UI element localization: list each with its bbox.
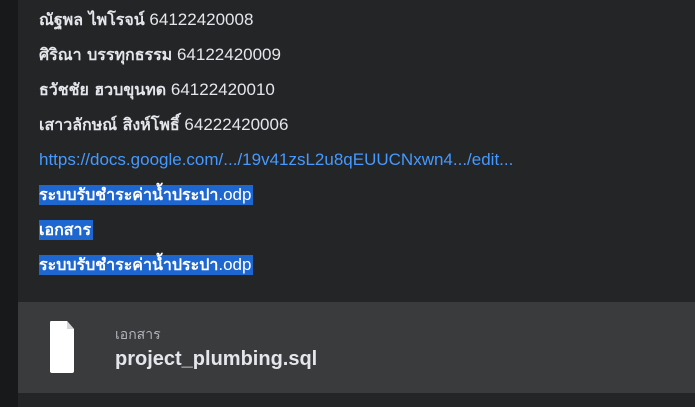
file-icon bbox=[50, 321, 74, 373]
selected-text-line: ระบบรับชำระค่าน้ำประปา.odp bbox=[39, 254, 254, 276]
file-name[interactable]: project_plumbing.sql bbox=[115, 348, 317, 371]
member-name: ณัฐพล ไพโรจน์ bbox=[39, 10, 145, 29]
member-id: 64222420006 bbox=[184, 115, 289, 134]
bottom-strip bbox=[18, 393, 695, 407]
member-line: เสาวลักษณ์ สิงห์โพธิ์ 64222420006 bbox=[39, 114, 288, 136]
selected-text: เอกสาร bbox=[39, 220, 94, 240]
selected-text-base: ระบบรับชำระค่าน้ำประปา bbox=[39, 255, 219, 274]
file-type-label: เอกสาร bbox=[115, 327, 161, 343]
file-attachment[interactable]: เอกสาร project_plumbing.sql bbox=[18, 302, 695, 393]
selected-text: ระบบรับชำระค่าน้ำประปา.odp bbox=[39, 185, 254, 205]
member-line: ณัฐพล ไพโรจน์ 64122420008 bbox=[39, 9, 253, 31]
member-id: 64122420010 bbox=[170, 80, 275, 99]
selected-text: ระบบรับชำระค่าน้ำประปา.odp bbox=[39, 255, 254, 275]
selected-text-ext: .odp bbox=[218, 185, 252, 204]
member-name: ธวัชชัย ฮวบขุนทด bbox=[39, 80, 167, 99]
selected-text-base: ระบบรับชำระค่าน้ำประปา bbox=[39, 185, 219, 204]
selected-text-line: ระบบรับชำระค่าน้ำประปา.odp bbox=[39, 184, 254, 206]
member-line: ธวัชชัย ฮวบขุนทด 64122420010 bbox=[39, 79, 275, 101]
google-docs-link[interactable]: https://docs.google.com/.../19v41zsL2u8q… bbox=[39, 150, 513, 169]
selected-text-base: เอกสาร bbox=[39, 220, 92, 239]
selected-text-ext: .odp bbox=[218, 255, 252, 274]
member-name: เสาวลักษณ์ สิงห์โพธิ์ bbox=[39, 115, 180, 134]
member-id: 64122420009 bbox=[176, 45, 281, 64]
google-docs-link-line: https://docs.google.com/.../19v41zsL2u8q… bbox=[39, 149, 513, 171]
selected-text-line: เอกสาร bbox=[39, 219, 94, 241]
member-id: 64122420008 bbox=[149, 10, 254, 29]
member-name: ศิริณา บรรทุกธรรม bbox=[39, 45, 173, 64]
chat-view: ณัฐพล ไพโรจน์ 64122420008 ศิริณา บรรทุกธ… bbox=[0, 0, 695, 407]
member-line: ศิริณา บรรทุกธรรม 64122420009 bbox=[39, 44, 281, 66]
